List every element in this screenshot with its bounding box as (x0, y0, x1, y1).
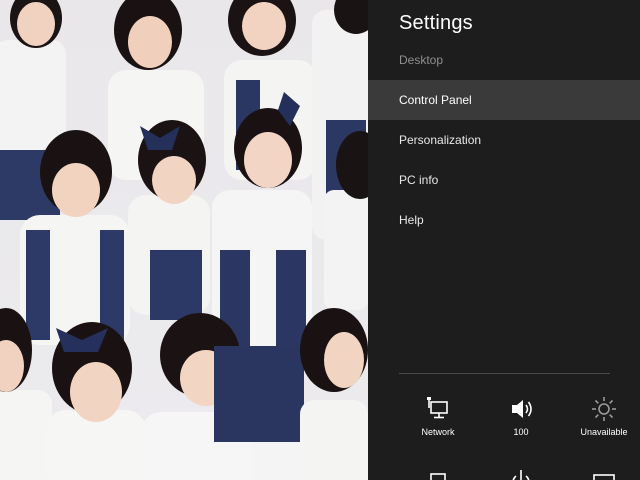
brightness-label: Unavailable (580, 427, 628, 437)
brightness-icon (592, 397, 616, 421)
notifications-button[interactable] (402, 466, 474, 480)
wallpaper-photo (0, 0, 368, 480)
quick-settings-divider (399, 373, 610, 374)
quick-settings-row-2 (402, 466, 640, 480)
quick-settings-row: Network 100 Unavailable (402, 394, 640, 444)
network-label: Network (421, 427, 455, 437)
settings-charm: Settings Desktop Control Panel Personali… (368, 0, 640, 480)
network-icon (427, 397, 448, 419)
keyboard-button[interactable] (568, 466, 640, 480)
photo-figures (0, 0, 368, 480)
menu-item-pc-info[interactable]: PC info (368, 160, 640, 200)
power-icon (512, 470, 530, 480)
volume-button[interactable]: 100 (485, 394, 557, 437)
keyboard-icon (593, 474, 615, 480)
volume-icon (512, 400, 532, 418)
notifications-icon (430, 473, 446, 480)
volume-label: 100 (513, 427, 529, 437)
charm-subtitle: Desktop (399, 53, 444, 67)
charm-title: Settings (399, 12, 473, 34)
brightness-button[interactable]: Unavailable (568, 394, 640, 437)
settings-menu: Control Panel Personalization PC info He… (368, 80, 640, 240)
power-button[interactable] (485, 466, 557, 480)
desktop-wallpaper (0, 0, 368, 480)
menu-item-control-panel[interactable]: Control Panel (368, 80, 640, 120)
menu-item-help[interactable]: Help (368, 200, 640, 240)
menu-item-personalization[interactable]: Personalization (368, 120, 640, 160)
network-button[interactable]: Network (402, 394, 474, 437)
